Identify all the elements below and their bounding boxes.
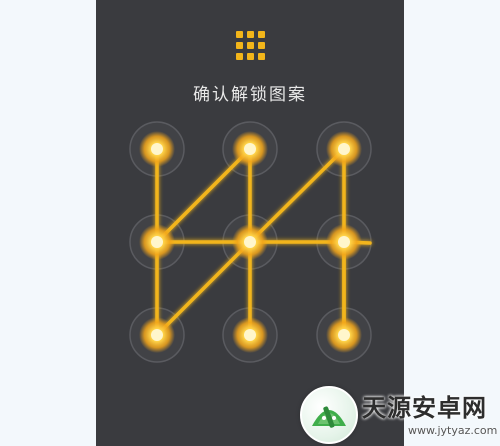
pattern-node-6[interactable] <box>338 236 350 248</box>
watermark-site-name: 天源安卓网 <box>362 394 487 422</box>
watermark: 天源安卓网 www.jytyaz.com <box>300 384 498 444</box>
android-logo-icon <box>300 386 358 444</box>
pattern-node-2[interactable] <box>244 143 256 155</box>
stage: 确认解锁图案 天源安卓网 www.jytyaz.com <box>0 0 500 446</box>
pattern-node-7[interactable] <box>151 329 163 341</box>
pattern-node-5[interactable] <box>244 236 256 248</box>
pattern-node-9[interactable] <box>338 329 350 341</box>
pattern-node-3[interactable] <box>338 143 350 155</box>
pattern-node-1[interactable] <box>151 143 163 155</box>
watermark-url: www.jytyaz.com <box>408 424 498 437</box>
unlock-pattern[interactable] <box>0 0 500 446</box>
pattern-node-4[interactable] <box>151 236 163 248</box>
pattern-node-8[interactable] <box>244 329 256 341</box>
